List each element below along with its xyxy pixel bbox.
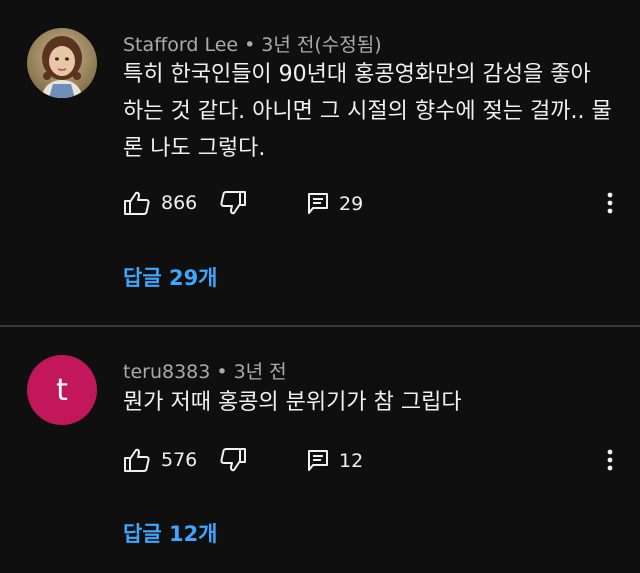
view-replies-link[interactable]: 답글 29개 (123, 262, 218, 292)
like-button[interactable]: 866 (123, 190, 197, 216)
comment-meta: teru8383 • 3년 전 (123, 357, 287, 384)
comment-meta: Stafford Lee • 3년 전(수정됨) (123, 30, 382, 57)
avatar[interactable]: t (27, 355, 97, 425)
thumbs-up-icon (124, 448, 150, 472)
kebab-menu-icon (607, 192, 613, 214)
comment-item: t teru8383 • 3년 전 뭔가 저때 홍콩의 분위기가 참 그립다 576… (0, 327, 640, 573)
more-options-button[interactable] (600, 188, 620, 218)
reply-count: 12 (339, 450, 364, 472)
thumbs-up-icon (124, 191, 150, 215)
reply-button[interactable]: 29 (307, 192, 363, 216)
reply-count: 29 (339, 193, 364, 215)
thumbs-down-icon (220, 191, 246, 215)
avatar-letter: t (56, 372, 68, 408)
meta-separator: • (216, 361, 228, 383)
kebab-menu-icon (607, 449, 613, 471)
comment-time[interactable]: 3년 전(수정됨) (261, 34, 381, 56)
like-count: 866 (161, 192, 198, 214)
reply-button[interactable]: 12 (307, 449, 363, 473)
comment-author[interactable]: Stafford Lee (123, 34, 238, 56)
comment-icon (308, 193, 328, 214)
dislike-button[interactable] (219, 190, 247, 216)
more-options-button[interactable] (600, 445, 620, 475)
comment-author[interactable]: teru8383 (123, 361, 210, 383)
avatar[interactable] (27, 28, 97, 98)
comment-icon (308, 450, 328, 471)
meta-separator: • (244, 34, 256, 56)
view-replies-link[interactable]: 답글 12개 (123, 518, 218, 548)
avatar-photo-icon (27, 28, 97, 98)
comment-text: 뭔가 저때 홍콩의 분위기가 참 그립다 (123, 390, 462, 415)
comment-time[interactable]: 3년 전 (234, 361, 287, 383)
like-button[interactable]: 576 (123, 447, 197, 473)
comment-text: 특히 한국인들이 90년대 홍콩영화만의 감성을 좋아 하는 것 같다. 아니면… (123, 62, 612, 161)
like-count: 576 (161, 449, 198, 471)
comment-item: Stafford Lee • 3년 전(수정됨) 특히 한국인들이 90년대 홍콩영… (0, 0, 640, 325)
dislike-button[interactable] (219, 447, 247, 473)
thumbs-down-icon (220, 448, 246, 472)
